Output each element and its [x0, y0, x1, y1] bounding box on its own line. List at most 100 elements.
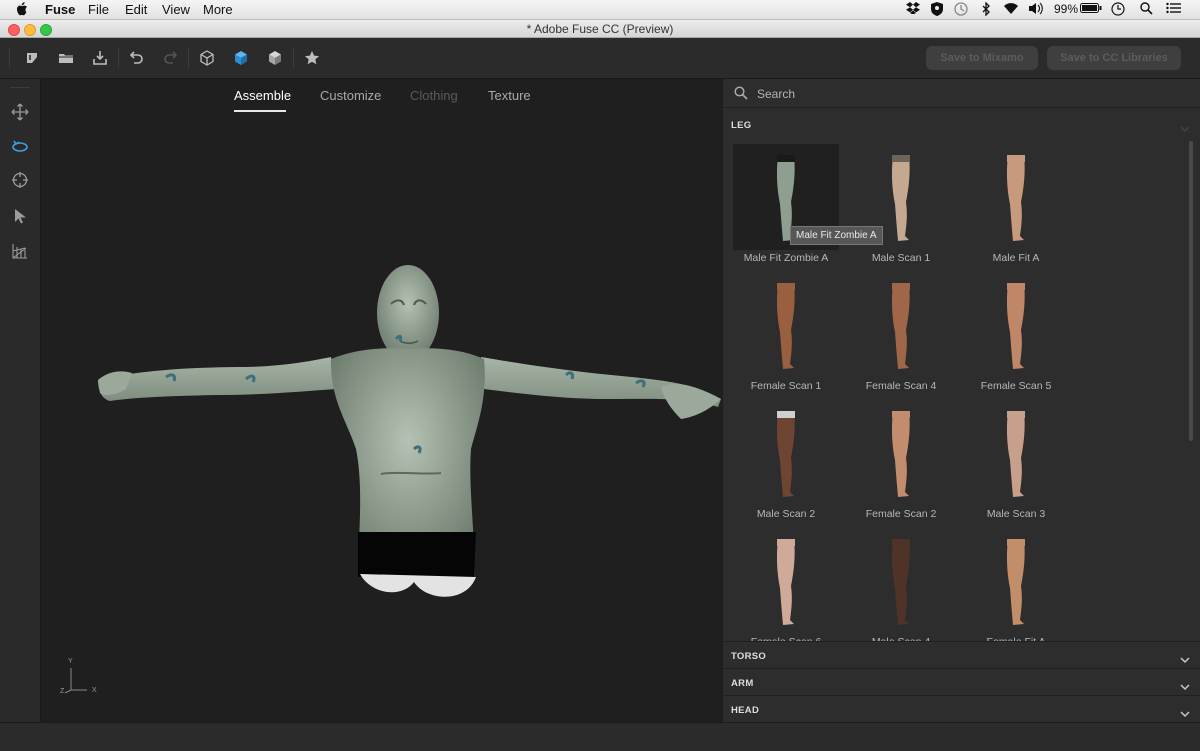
open-folder-icon[interactable]: [58, 50, 74, 66]
leg-top-cap: [1007, 155, 1025, 162]
leg-shape: [776, 540, 795, 625]
shield-icon[interactable]: [931, 2, 943, 19]
item-tooltip: Male Fit Zombie A: [790, 226, 883, 245]
time-machine-icon[interactable]: [954, 2, 968, 19]
axis-z-label: Z: [60, 688, 65, 695]
leg-part-label: Female Scan 4: [865, 380, 937, 392]
leg-shape: [1006, 156, 1025, 241]
leg-section-label: LEG: [731, 120, 752, 131]
leg-part-label: Male Fit A: [992, 252, 1040, 264]
leg-thumbnail: [963, 272, 1069, 378]
dropbox-icon[interactable]: [906, 2, 920, 17]
bluetooth-icon[interactable]: [981, 1, 991, 19]
mesh-icon[interactable]: [11, 242, 29, 260]
leg-top-cap: [777, 539, 795, 546]
export-icon[interactable]: [92, 50, 108, 66]
leg-part-label: Male Fit Zombie A: [743, 252, 829, 264]
solid-cube-icon[interactable]: [233, 50, 249, 66]
chevron-down-icon: [1180, 120, 1190, 138]
menu-more[interactable]: More: [203, 2, 233, 17]
leg-part-label: Female Scan 2: [865, 508, 937, 520]
leg-part-item[interactable]: Male Fit A: [960, 141, 1070, 268]
move-icon[interactable]: [11, 103, 29, 121]
new-file-icon[interactable]: [24, 50, 40, 66]
leg-top-cap: [1007, 411, 1025, 418]
leg-part-item[interactable]: Female Scan 4: [845, 269, 955, 396]
leg-part-item[interactable]: Female Scan 5: [960, 269, 1070, 396]
leg-thumbnail: [848, 272, 954, 378]
leg-shape: [776, 412, 795, 497]
tab-texture[interactable]: Texture: [488, 88, 531, 103]
torso-section-header[interactable]: TORSO: [723, 641, 1200, 668]
menu-app-fuse[interactable]: Fuse: [45, 2, 75, 17]
battery-icon[interactable]: [1080, 2, 1102, 17]
menu-bar: Fuse File Edit View More 99%: [0, 0, 1200, 20]
window-title: * Adobe Fuse CC (Preview): [526, 22, 674, 36]
spotlight-icon[interactable]: [1140, 2, 1153, 18]
leg-model-image: [1006, 539, 1025, 625]
status-bar: [0, 722, 1200, 751]
apple-logo-icon[interactable]: [16, 2, 28, 19]
tab-customize[interactable]: Customize: [320, 88, 381, 103]
redo-icon[interactable]: [163, 50, 179, 66]
leg-part-item[interactable]: Male Scan 4: [845, 525, 955, 641]
leg-part-item[interactable]: Female Fit A: [960, 525, 1070, 641]
chevron-down-icon: [1180, 651, 1190, 669]
axis-x-label: X: [92, 687, 97, 694]
leg-part-item[interactable]: Male Scan 2: [730, 397, 840, 524]
leg-part-item[interactable]: Female Scan 1: [730, 269, 840, 396]
save-to-mixamo-button[interactable]: Save to Mixamo: [926, 46, 1038, 70]
leg-shape: [1006, 412, 1025, 497]
clock-icon[interactable]: [1111, 2, 1125, 19]
volume-icon[interactable]: [1028, 2, 1044, 18]
toolbar-divider: [118, 48, 119, 68]
leg-part-item[interactable]: Male Fit Zombie A Male Fit Zombie A: [730, 141, 883, 268]
leg-section-header[interactable]: LEG: [723, 108, 1200, 140]
leg-part-item[interactable]: Female Scan 2: [845, 397, 955, 524]
leg-model-image: [776, 283, 795, 369]
leg-thumbnail: [963, 144, 1069, 250]
wireframe-cube-icon[interactable]: [199, 50, 215, 66]
arm-section-label: ARM: [731, 678, 754, 689]
leg-model-image: [1006, 155, 1025, 241]
tab-clothing: Clothing: [410, 88, 458, 103]
save-to-cc-libraries-button[interactable]: Save to CC Libraries: [1047, 46, 1181, 70]
leg-shape: [891, 540, 910, 625]
star-icon[interactable]: [304, 50, 320, 66]
menu-view[interactable]: View: [162, 2, 190, 17]
leg-model-image: [776, 539, 795, 625]
panel-scrollbar[interactable]: [1188, 141, 1194, 641]
tab-assemble[interactable]: Assemble: [234, 88, 291, 103]
search-input[interactable]: [755, 83, 1179, 105]
menu-file[interactable]: File: [88, 2, 109, 17]
leg-top-cap: [777, 283, 795, 290]
leg-part-item[interactable]: Female Scan 6: [730, 525, 840, 641]
leg-model-image: [1006, 411, 1025, 497]
wifi-icon[interactable]: [1003, 2, 1019, 18]
leg-part-item[interactable]: Male Scan 1: [845, 141, 955, 268]
arm-section-header[interactable]: ARM: [723, 668, 1200, 695]
tool-divider: [10, 87, 30, 88]
undo-icon[interactable]: [128, 50, 144, 66]
zombie-character-model[interactable]: [96, 249, 726, 609]
window-titlebar: * Adobe Fuse CC (Preview): [0, 20, 1200, 38]
scrollbar-thumb[interactable]: [1189, 141, 1193, 441]
leg-thumbnail: [733, 528, 839, 634]
leg-thumbnail: [848, 528, 954, 634]
search-bar: [723, 79, 1200, 108]
leg-part-item[interactable]: Male Scan 3: [960, 397, 1070, 524]
shaded-cube-icon[interactable]: [267, 50, 283, 66]
pointer-icon[interactable]: [11, 207, 29, 225]
notification-center-icon[interactable]: [1166, 2, 1181, 17]
leg-shape: [1006, 540, 1025, 625]
target-icon[interactable]: [11, 171, 29, 189]
head-section-header[interactable]: HEAD: [723, 695, 1200, 722]
active-tab-indicator: [234, 110, 286, 112]
rotate-icon[interactable]: [11, 137, 29, 155]
3d-viewport[interactable]: Assemble Customize Clothing Texture Y X …: [41, 79, 722, 722]
toolbar-divider: [9, 48, 10, 68]
menu-edit[interactable]: Edit: [125, 2, 147, 17]
leg-top-cap: [892, 283, 910, 290]
app-toolbar: Save to Mixamo Save to CC Libraries: [0, 38, 1200, 79]
leg-model-image: [776, 411, 795, 497]
